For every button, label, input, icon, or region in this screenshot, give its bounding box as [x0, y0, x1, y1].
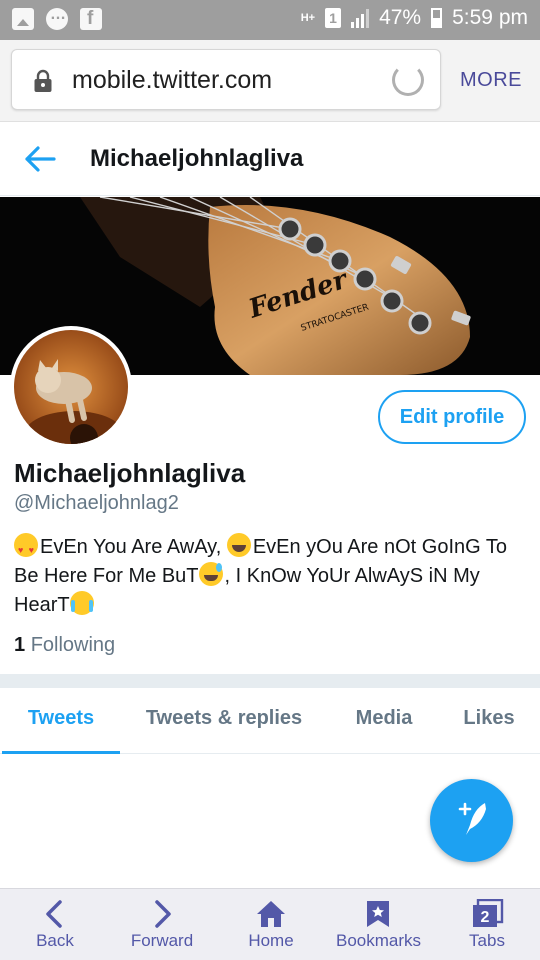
tab-tweets-replies[interactable]: Tweets & replies — [134, 688, 314, 754]
page-title: Michaeljohnlagliva — [90, 145, 304, 172]
edit-profile-button[interactable]: Edit profile — [378, 390, 526, 444]
heart-eyes-emoji-icon — [14, 533, 38, 565]
home-icon — [257, 901, 285, 927]
section-divider — [0, 674, 540, 688]
avatar[interactable] — [10, 326, 132, 448]
tab-tweets[interactable]: Tweets — [2, 688, 120, 754]
following-link[interactable]: 1 Following — [14, 634, 115, 657]
forward-icon — [155, 900, 171, 928]
following-count: 1 — [14, 634, 26, 656]
bookmarks-label: Bookmarks — [336, 931, 422, 950]
profile-tabs: Tweets Tweets & replies Media Likes — [0, 688, 540, 754]
bookmarks-button[interactable]: Bookmarks — [336, 889, 422, 960]
tab-count: 2 — [481, 909, 490, 926]
forward-label: Forward — [130, 931, 194, 950]
cat-guitar-photo — [14, 330, 128, 444]
lock-icon — [34, 69, 52, 92]
tears-of-joy-emoji-icon — [69, 591, 94, 615]
tabs-button[interactable]: 2 Tabs — [460, 889, 514, 960]
tab-media[interactable]: Media — [340, 688, 428, 754]
compose-tweet-button[interactable] — [430, 779, 513, 862]
notification-icons — [12, 6, 102, 30]
back-arrow-icon[interactable] — [24, 145, 56, 173]
signal-icon — [351, 8, 370, 28]
compose-icon — [458, 802, 486, 835]
battery-icon — [431, 8, 443, 28]
back-label: Back — [36, 931, 74, 950]
tab-likes[interactable]: Likes — [452, 688, 526, 754]
sim-indicator: 1 — [325, 8, 342, 28]
bookmark-icon — [367, 901, 389, 927]
grinning-emoji-icon — [226, 533, 251, 557]
tabs-label: Tabs — [469, 931, 505, 950]
forward-button[interactable]: Forward — [126, 889, 198, 960]
home-button[interactable]: Home — [240, 889, 302, 960]
status-bar: H+ 1 47% 5:59 pm — [0, 0, 540, 40]
profile-header: Michaeljohnlagliva — [0, 123, 540, 196]
facebook-icon — [80, 8, 102, 30]
address-bar[interactable]: mobile.twitter.com — [11, 49, 441, 110]
browser-toolbar: mobile.twitter.com MORE — [0, 40, 540, 122]
browser-bottom-bar: Back Forward Home Bookmarks 2 Tabs — [0, 888, 540, 960]
reload-icon[interactable] — [392, 64, 424, 96]
more-button[interactable]: MORE — [460, 69, 522, 92]
display-name: Michaeljohnlagliva — [14, 458, 246, 488]
tabs-icon: 2 — [473, 899, 504, 927]
url-text: mobile.twitter.com — [72, 66, 273, 94]
battery-percent: 47% — [379, 6, 422, 29]
home-label: Home — [248, 931, 294, 950]
system-indicators: H+ 1 47% 5:59 pm — [301, 6, 528, 30]
following-label: Following — [30, 634, 116, 656]
gallery-icon — [12, 8, 34, 30]
network-type: H+ — [300, 12, 316, 24]
clock: 5:59 pm — [452, 6, 528, 29]
profile-bio: EvEn You Are AwAy, EvEn yOu Are nOt GoIn… — [14, 533, 524, 620]
user-handle: @Michaeljohnlag2 — [14, 492, 179, 514]
messenger-icon — [46, 6, 68, 30]
bio-part-1: EvEn You Are AwAy, — [40, 536, 227, 558]
back-icon — [46, 900, 62, 928]
back-button[interactable]: Back — [22, 889, 88, 960]
sweat-smile-emoji-icon — [198, 562, 223, 586]
